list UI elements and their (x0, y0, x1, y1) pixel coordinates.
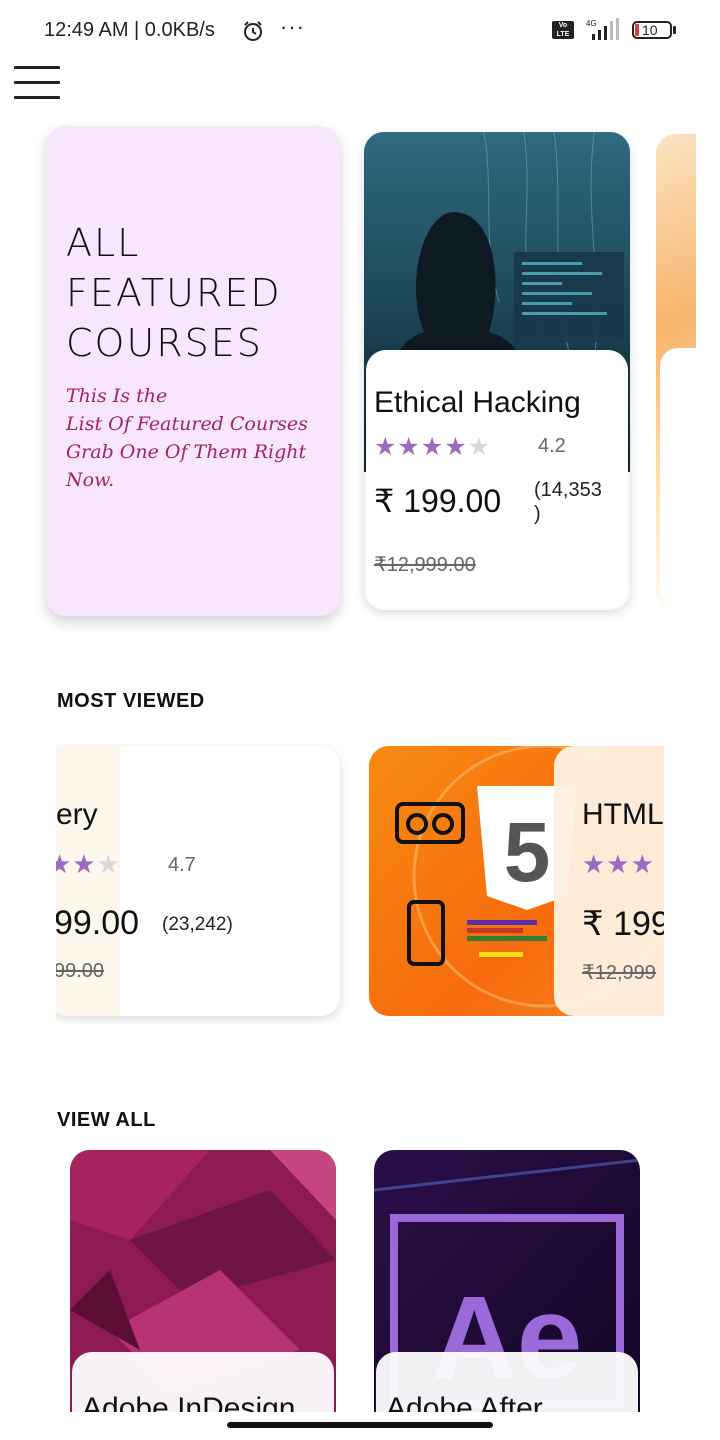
course-price: 99.00 (56, 904, 140, 942)
course-info-panel: Ethical Hacking ★★★★★ 4.2 ₹ 199.00 (14,3… (366, 350, 628, 608)
course-info-panel: HTML ★★★ ₹ 199 ₹12,999 (554, 746, 664, 1016)
featured-heading: ALL FEATURED COURSES (66, 221, 282, 365)
more-notifications-icon: ··· (280, 14, 305, 39)
featured-intro-card: ALL FEATURED COURSES This Is the List Of… (46, 126, 340, 616)
course-original-price: ₹12,999.00 (374, 554, 476, 576)
battery-icon: 10 (632, 21, 676, 41)
menu-icon[interactable] (14, 66, 60, 102)
course-title: ery (56, 798, 98, 831)
course-card-next[interactable] (656, 134, 696, 610)
rating-stars: ★★★★★ (374, 433, 492, 461)
course-review-count: (23,242) (162, 914, 233, 935)
network-type: 4G (586, 19, 597, 28)
status-bar: 12:49 AM | 0.0KB/s ··· Vo LTE 4G 10 (0, 0, 720, 60)
course-rating: 4.7 (168, 854, 196, 876)
section-heading-most-viewed: MOST VIEWED (57, 690, 205, 712)
battery-level: 10 (642, 22, 658, 38)
status-time: 12:49 AM | 0.0KB/s (44, 19, 215, 41)
most-viewed-carousel[interactable]: ery ★★★ 4.7 99.00 (23,242) 99.00 5 HTML … (56, 744, 664, 1024)
rating-stars: ★★★ (582, 849, 655, 879)
course-review-count: (14,353 ) (534, 479, 602, 525)
most-viewed-card-html[interactable]: 5 HTML ★★★ ₹ 199 ₹12,999 (369, 746, 664, 1016)
course-original-price: ₹12,999 (582, 962, 656, 984)
course-rating: 4.2 (538, 435, 566, 457)
alarm-icon (244, 21, 262, 41)
course-price: ₹ 199 (582, 905, 664, 943)
volte-icon: Vo LTE (552, 21, 574, 39)
most-viewed-card-1[interactable]: ery ★★★ 4.7 99.00 (23,242) 99.00 (56, 746, 340, 1016)
signal-icon: 4G (586, 18, 619, 40)
featured-description: This Is the List Of Featured Courses Gra… (66, 385, 308, 491)
course-title: Ethical Hacking (374, 386, 581, 419)
course-price: ₹ 199.00 (374, 483, 502, 519)
course-card-adobe-after-effects[interactable]: Ae Adobe After (374, 1150, 640, 1430)
gesture-nav-handle[interactable] (227, 1422, 493, 1428)
featured-carousel[interactable]: ALL FEATURED COURSES This Is the List Of… (0, 120, 720, 640)
rating-stars: ★★★ (56, 849, 121, 879)
course-card-ethical-hacking[interactable]: Ethical Hacking ★★★★★ 4.2 ₹ 199.00 (14,3… (364, 132, 630, 610)
course-original-price: 99.00 (56, 960, 105, 982)
section-heading-view-all[interactable]: VIEW ALL (57, 1109, 156, 1132)
course-title: HTML (582, 798, 664, 831)
course-card-adobe-indesign[interactable]: Adobe InDesign (70, 1150, 336, 1430)
svg-text:5: 5 (504, 805, 551, 899)
